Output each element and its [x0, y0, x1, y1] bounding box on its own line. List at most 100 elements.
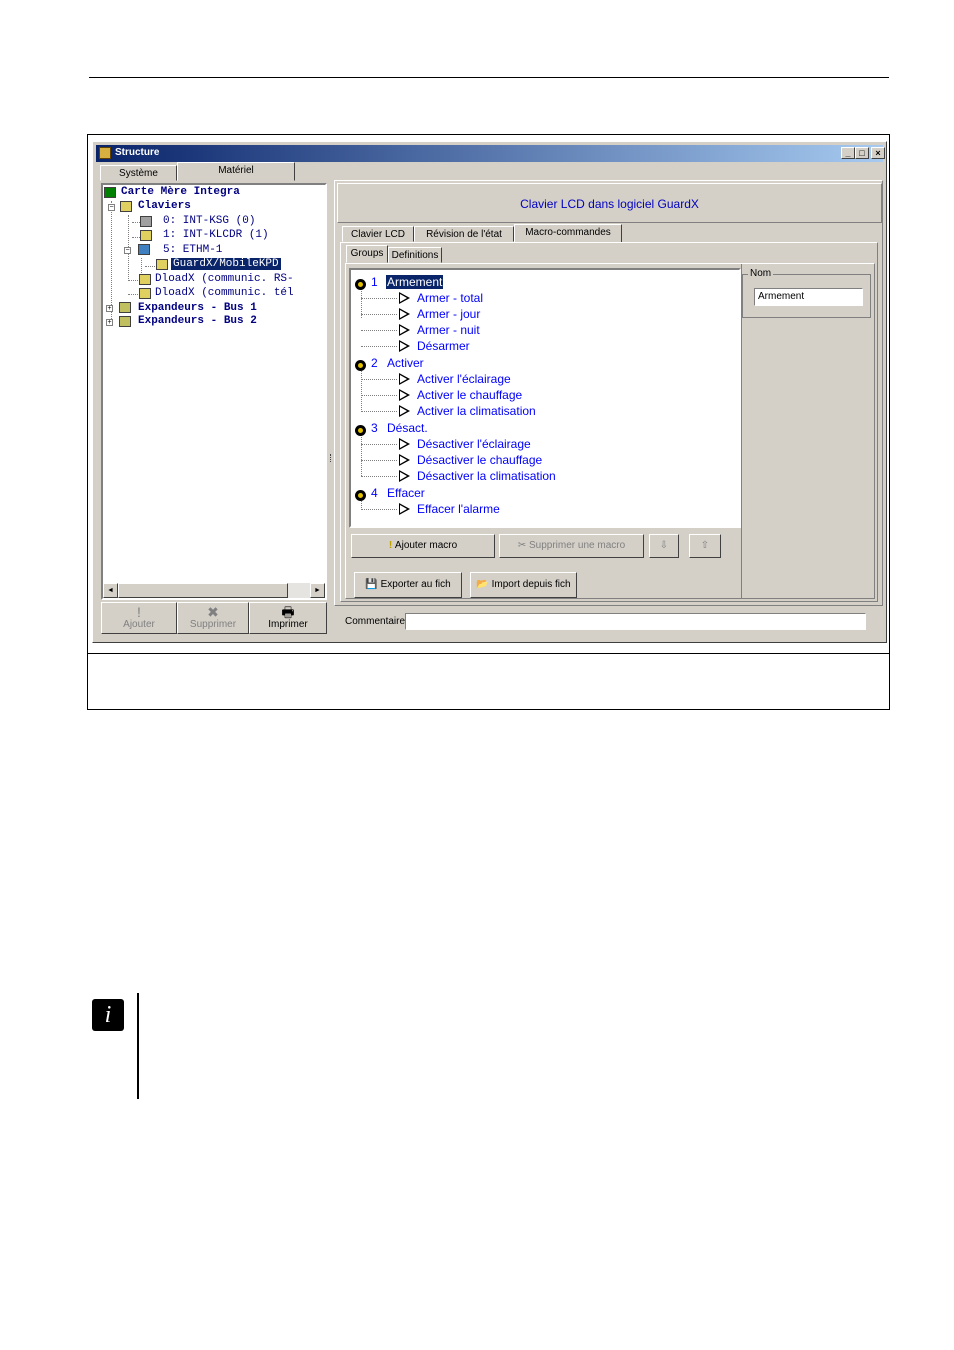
macro-desactiver-climatisation[interactable]: Désactiver la climatisation — [417, 469, 556, 484]
tab-systeme[interactable]: Système — [100, 165, 177, 181]
delete-button[interactable]: ✖ Supprimer — [177, 602, 249, 634]
maximize-button[interactable]: □ — [855, 147, 869, 159]
tree-item-int-klcdr[interactable]: 1: INT-KLCDR (1) — [163, 229, 269, 242]
lcd-keypad-icon — [140, 230, 152, 241]
tab-macro-commandes-label: Macro-commandes — [525, 227, 611, 238]
tab-macro-commandes[interactable]: Macro-commandes — [514, 224, 622, 243]
print-button[interactable]: 🖶 Imprimer — [249, 602, 327, 634]
expand-icon[interactable]: + — [106, 319, 113, 326]
tab-clavier-lcd[interactable]: Clavier LCD — [342, 226, 414, 242]
macro-desactiver-eclairage[interactable]: Désactiver l'éclairage — [417, 437, 531, 452]
scroll-left-button[interactable]: ◄ — [103, 583, 118, 598]
group-2-number: 2 — [371, 356, 378, 370]
tab-clavier-lcd-label: Clavier LCD — [351, 229, 405, 240]
info-icon: i — [92, 999, 124, 1031]
group-1-label: Armement — [386, 275, 444, 289]
macro-groups-tree[interactable]: 1 Armement Armer - total Armer - jour Ar… — [349, 268, 741, 528]
export-button[interactable]: 💾 Exporter au fich — [354, 572, 462, 598]
move-up-button[interactable]: ⇧ — [689, 534, 721, 558]
tab-systeme-label: Système — [119, 168, 158, 179]
tab-definitions[interactable]: Definitions — [388, 247, 442, 263]
macro-activer-eclairage[interactable]: Activer l'éclairage — [417, 372, 511, 387]
group-bullet-icon — [355, 425, 366, 436]
hardware-tree[interactable]: Carte Mère Integra − Claviers 0: INT-KSG… — [101, 183, 327, 600]
macro-arrow-icon — [399, 308, 410, 320]
add-macro-button[interactable]: ! Ajouter macro — [351, 534, 495, 558]
group-4[interactable]: Effacer — [387, 486, 425, 501]
tree-item-ethm-1[interactable]: 5: ETHM-1 — [163, 244, 222, 257]
tree-item-dloadx-tel[interactable]: DloadX (communic. tél — [155, 287, 294, 300]
print-button-label: Imprimer — [268, 619, 308, 630]
ethernet-module-icon — [138, 244, 150, 255]
tree-item-guardx-label: GuardX/MobileKPD — [171, 258, 281, 270]
close-button[interactable]: × — [871, 147, 885, 159]
tree-item-dloadx-rs[interactable]: DloadX (communic. RS- — [155, 273, 294, 286]
keypads-icon — [120, 201, 132, 212]
expanders-icon — [119, 302, 131, 313]
group-3[interactable]: Désact. — [387, 421, 428, 436]
tree-item-int-ksg[interactable]: 0: INT-KSG (0) — [163, 215, 255, 228]
macro-arrow-icon — [399, 373, 410, 385]
collapse-icon[interactable]: − — [108, 204, 115, 211]
macro-arrow-icon — [399, 389, 410, 401]
macro-arrow-icon — [399, 454, 410, 466]
macro-desactiver-chauffage[interactable]: Désactiver le chauffage — [417, 453, 542, 468]
header-panel: Clavier LCD dans logiciel GuardX — [337, 183, 882, 223]
page-top-rule — [89, 77, 889, 78]
macro-arrow-icon — [399, 405, 410, 417]
collapse-icon[interactable]: − — [124, 247, 131, 254]
title-bar[interactable]: Structure _ □ × — [96, 145, 885, 162]
tree-item-bus-1[interactable]: Expandeurs - Bus 1 — [138, 302, 257, 315]
remove-macro-button[interactable]: ✂ Supprimer une macro — [499, 534, 644, 558]
scroll-right-button[interactable]: ► — [310, 583, 325, 598]
open-folder-icon: 📂 — [476, 579, 492, 590]
scroll-thumb[interactable] — [118, 583, 288, 598]
move-down-button[interactable]: ⇩ — [649, 534, 679, 558]
name-input[interactable]: Armement — [754, 288, 863, 306]
tree-item-guardx[interactable]: GuardX/MobileKPD — [171, 258, 281, 271]
group-2[interactable]: Activer — [387, 356, 424, 371]
structure-window: Structure _ □ × Système Matériel Carte M… — [92, 141, 887, 643]
group-3-number: 3 — [371, 421, 378, 435]
macro-effacer-alarme[interactable]: Effacer l'alarme — [417, 502, 500, 517]
macro-activer-chauffage[interactable]: Activer le chauffage — [417, 388, 522, 403]
motherboard-icon — [104, 187, 116, 198]
group-4-number: 4 — [371, 486, 378, 500]
macro-arrow-icon — [399, 292, 410, 304]
macro-armer-jour[interactable]: Armer - jour — [417, 307, 480, 322]
exclamation-icon: ! — [137, 604, 141, 620]
tab-revision-etat[interactable]: Révision de l'état — [414, 226, 514, 242]
tree-item-claviers[interactable]: Claviers — [138, 200, 191, 213]
tab-materiel[interactable]: Matériel — [177, 162, 295, 181]
tab-materiel-label: Matériel — [218, 165, 254, 176]
comment-input[interactable] — [405, 613, 866, 630]
export-label: Exporter au fich — [380, 579, 451, 590]
comment-label: Commentaire: — [345, 616, 408, 627]
tree-item-bus-2[interactable]: Expandeurs - Bus 2 — [138, 315, 257, 328]
tree-item-motherboard[interactable]: Carte Mère Integra — [121, 186, 240, 199]
expand-icon[interactable]: + — [106, 305, 113, 312]
macro-armer-nuit[interactable]: Armer - nuit — [417, 323, 480, 338]
dloadx-rs-icon — [139, 274, 151, 285]
add-button-label: Ajouter — [123, 619, 155, 630]
macro-activer-climatisation[interactable]: Activer la climatisation — [417, 404, 536, 419]
tab-revision-etat-label: Révision de l'état — [426, 229, 502, 240]
tree-horizontal-scrollbar[interactable]: ◄ ► — [103, 583, 325, 598]
virtual-keypad-icon — [156, 259, 168, 270]
remove-macro-label: Supprimer une macro — [529, 540, 626, 551]
macro-desarmer[interactable]: Désarmer — [417, 339, 470, 354]
tab-groups[interactable]: Groups — [346, 245, 388, 263]
group-1[interactable]: Armement — [386, 275, 444, 290]
macro-armer-total[interactable]: Armer - total — [417, 291, 483, 306]
delete-button-label: Supprimer — [189, 619, 237, 630]
app-icon — [99, 147, 111, 159]
macro-arrow-icon — [399, 503, 410, 515]
import-label: Import depuis fich — [491, 579, 571, 590]
import-button[interactable]: 📂 Import depuis fich — [470, 572, 577, 598]
floppy-disk-icon: 💾 — [365, 579, 381, 590]
splitter-grip[interactable] — [330, 454, 333, 462]
group-bullet-icon — [355, 490, 366, 501]
group-bullet-icon — [355, 279, 366, 290]
add-button[interactable]: ! Ajouter — [101, 602, 177, 634]
minimize-button[interactable]: _ — [841, 147, 855, 159]
